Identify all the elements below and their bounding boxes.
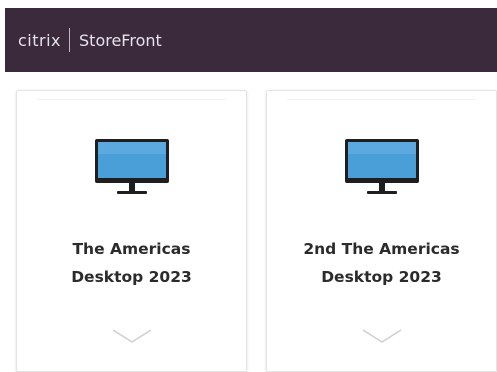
desktop-monitor-icon <box>344 139 419 194</box>
top-header-bar: citrix StoreFront <box>5 8 497 72</box>
chevron-down-icon[interactable] <box>111 327 153 345</box>
brand-divider <box>69 28 71 52</box>
app-tile-1[interactable]: The Americas Desktop 2023 <box>16 90 247 372</box>
desktop-monitor-icon <box>94 139 169 194</box>
tile-divider <box>287 99 476 100</box>
app-name[interactable]: The Americas Desktop 2023 <box>17 235 246 291</box>
brand-area[interactable]: citrix StoreFront <box>18 28 162 52</box>
app-title: StoreFront <box>79 30 162 50</box>
tile-divider <box>37 99 226 100</box>
chevron-down-icon[interactable] <box>361 327 403 345</box>
app-tile-2[interactable]: 2nd The Americas Desktop 2023 <box>266 90 497 372</box>
citrix-logo: citrix <box>18 30 62 50</box>
app-name[interactable]: 2nd The Americas Desktop 2023 <box>267 235 496 291</box>
